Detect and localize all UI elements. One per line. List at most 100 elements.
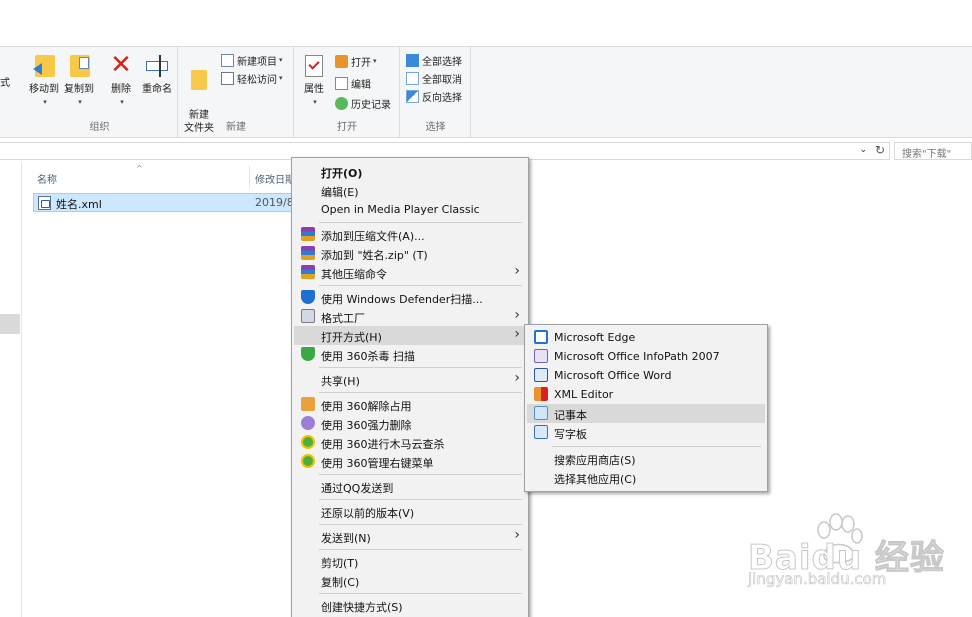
winrar-icon xyxy=(301,265,315,279)
move-to-button[interactable]: 移动到 ▾ xyxy=(27,53,61,109)
rename-icon xyxy=(144,53,170,79)
menu-item-edit[interactable]: 编辑(E) xyxy=(294,181,526,200)
invert-selection-icon xyxy=(406,89,419,103)
menu-item-format-factory[interactable]: 格式工厂 › xyxy=(294,307,526,326)
baidu-jingyan-watermark: Baidu 经验 jingyan.baidu.com xyxy=(738,512,958,602)
navigation-selected-item[interactable] xyxy=(0,314,20,334)
winrar-icon xyxy=(301,246,315,260)
menu-item-open-in-mpc[interactable]: Open in Media Player Classic xyxy=(294,200,526,219)
menu-item-label: 使用 360强力删除 xyxy=(321,419,412,432)
menu-item-defender-scan[interactable]: 使用 Windows Defender扫描... xyxy=(294,288,526,307)
chevron-right-icon: › xyxy=(514,527,520,543)
360-menu-icon xyxy=(301,454,315,468)
select-none-icon xyxy=(406,71,419,85)
wordpad-icon xyxy=(534,425,548,439)
file-row[interactable]: 姓名.xml 2019/8/ xyxy=(33,193,297,212)
navigation-pane[interactable] xyxy=(0,162,22,617)
menu-item-cut[interactable]: 剪切(T) xyxy=(294,552,526,571)
menu-item-360-trojan[interactable]: 使用 360进行木马云查杀 xyxy=(294,433,526,452)
menu-item-label: 格式工厂 xyxy=(321,312,365,325)
copy-to-button[interactable]: 复制到 ▾ xyxy=(62,53,96,109)
easy-access-button[interactable]: 轻松访问 ▾ xyxy=(221,70,283,86)
column-divider[interactable] xyxy=(249,166,250,188)
menu-item-360-scan[interactable]: 使用 360杀毒 扫描 xyxy=(294,345,526,364)
history-icon xyxy=(335,96,348,110)
menu-item-copy[interactable]: 复制(C) xyxy=(294,571,526,590)
menu-item-label: 记事本 xyxy=(554,409,587,422)
menu-item-label: 复制(C) xyxy=(321,576,360,589)
menu-item-share[interactable]: 共享(H) › xyxy=(294,370,526,389)
menu-item-label: Open in Media Player Classic xyxy=(321,203,480,216)
ribbon-group-open: 属性 ▾ 打开 ▾ 编辑 历史记录 打开 xyxy=(295,47,400,137)
open-with-xml-editor[interactable]: XML Editor xyxy=(527,385,765,404)
ribbon-group-organize: 移动到 ▾ 复制到 ▾ ✕ 删除 ▾ 重命名 组织 xyxy=(22,47,178,137)
sort-ascending-icon: ^ xyxy=(136,164,143,173)
address-dropdown-icon[interactable]: ⌄ xyxy=(859,145,867,155)
move-to-label: 移动到 xyxy=(29,84,59,95)
new-item-icon xyxy=(221,53,234,67)
winrar-icon xyxy=(301,227,315,241)
menu-separator xyxy=(552,446,761,447)
edit-button[interactable]: 编辑 xyxy=(335,75,371,91)
context-menu: 打开(O) 编辑(E) Open in Media Player Classic… xyxy=(291,157,529,617)
menu-item-send-to[interactable]: 发送到(N) › xyxy=(294,527,526,546)
search-input[interactable]: 搜索"下载" xyxy=(894,142,972,160)
menu-item-open[interactable]: 打开(O) xyxy=(294,162,526,181)
menu-separator xyxy=(319,474,522,475)
360-trojan-icon xyxy=(301,435,315,449)
rename-button[interactable]: 重命名 xyxy=(138,53,176,96)
menu-item-restore-previous[interactable]: 还原以前的版本(V) xyxy=(294,502,526,521)
chevron-right-icon: › xyxy=(514,263,520,279)
ribbon: 式 移动到 ▾ 复制到 ▾ ✕ 删除 ▾ 重命名 组织 新建 文件夹 新建项目 … xyxy=(0,46,972,138)
menu-item-label: 使用 360进行木马云查杀 xyxy=(321,438,445,451)
edit-icon xyxy=(335,76,348,90)
open-button[interactable]: 打开 ▾ xyxy=(335,53,377,69)
menu-item-label: 创建快捷方式(S) xyxy=(321,601,403,614)
select-all-button[interactable]: 全部选择 xyxy=(406,52,462,68)
ribbon-group-label: 新建 xyxy=(226,122,246,133)
menu-item-label: 共享(H) xyxy=(321,375,360,388)
open-with-word[interactable]: Microsoft Office Word xyxy=(527,366,765,385)
menu-item-360-force-delete[interactable]: 使用 360强力删除 xyxy=(294,414,526,433)
copy-to-icon xyxy=(66,53,92,79)
new-item-button[interactable]: 新建项目 ▾ xyxy=(221,52,283,68)
xml-file-icon xyxy=(38,196,51,210)
invert-selection-button[interactable]: 反向选择 xyxy=(406,88,462,104)
menu-item-add-to-zip[interactable]: 添加到 "姓名.zip" (T) xyxy=(294,244,526,263)
invert-selection-label: 反向选择 xyxy=(422,92,462,104)
menu-item-create-shortcut[interactable]: 创建快捷方式(S) xyxy=(294,596,526,615)
delete-icon: ✕ xyxy=(110,50,132,80)
menu-item-360-menu-manager[interactable]: 使用 360管理右键菜单 xyxy=(294,452,526,471)
open-with-infopath[interactable]: Microsoft Office InfoPath 2007 xyxy=(527,347,765,366)
menu-item-360-unlock[interactable]: 使用 360解除占用 xyxy=(294,395,526,414)
easy-access-icon xyxy=(221,71,234,85)
open-with-notepad[interactable]: 记事本 xyxy=(527,404,765,423)
delete-button[interactable]: ✕ 删除 ▾ xyxy=(104,50,138,109)
menu-item-label: 打开(O) xyxy=(321,167,363,180)
menu-item-send-via-qq[interactable]: 通过QQ发送到 xyxy=(294,477,526,496)
column-header-modified[interactable]: 修改日期 xyxy=(255,171,295,186)
open-with-edge[interactable]: Microsoft Edge xyxy=(527,328,765,347)
history-label: 历史记录 xyxy=(351,99,391,111)
select-none-button[interactable]: 全部取消 xyxy=(406,70,462,86)
menu-item-label: 其他压缩命令 xyxy=(321,268,387,281)
history-button[interactable]: 历史记录 xyxy=(335,95,391,111)
open-with-submenu: Microsoft Edge Microsoft Office InfoPath… xyxy=(524,324,768,492)
refresh-icon[interactable]: ↻ xyxy=(875,143,885,157)
edit-label: 编辑 xyxy=(351,79,371,91)
menu-separator xyxy=(319,593,522,594)
infopath-icon xyxy=(534,349,548,363)
select-all-label: 全部选择 xyxy=(422,56,462,68)
open-with-choose-app[interactable]: 选择其他应用(C) xyxy=(527,468,765,487)
column-header-name[interactable]: 名称 xyxy=(37,171,57,186)
open-with-wordpad[interactable]: 写字板 xyxy=(527,423,765,442)
menu-item-label: 还原以前的版本(V) xyxy=(321,507,415,520)
ribbon-group-label: 选择 xyxy=(425,122,446,133)
menu-item-label: 编辑(E) xyxy=(321,186,359,199)
properties-button[interactable]: 属性 ▾ xyxy=(297,53,331,109)
format-factory-icon xyxy=(301,309,315,323)
menu-item-other-compress[interactable]: 其他压缩命令 › xyxy=(294,263,526,282)
open-with-search-store[interactable]: 搜索应用商店(S) xyxy=(527,449,765,468)
menu-item-open-with[interactable]: 打开方式(H) › xyxy=(294,326,526,345)
menu-item-add-to-archive[interactable]: 添加到压缩文件(A)... xyxy=(294,225,526,244)
